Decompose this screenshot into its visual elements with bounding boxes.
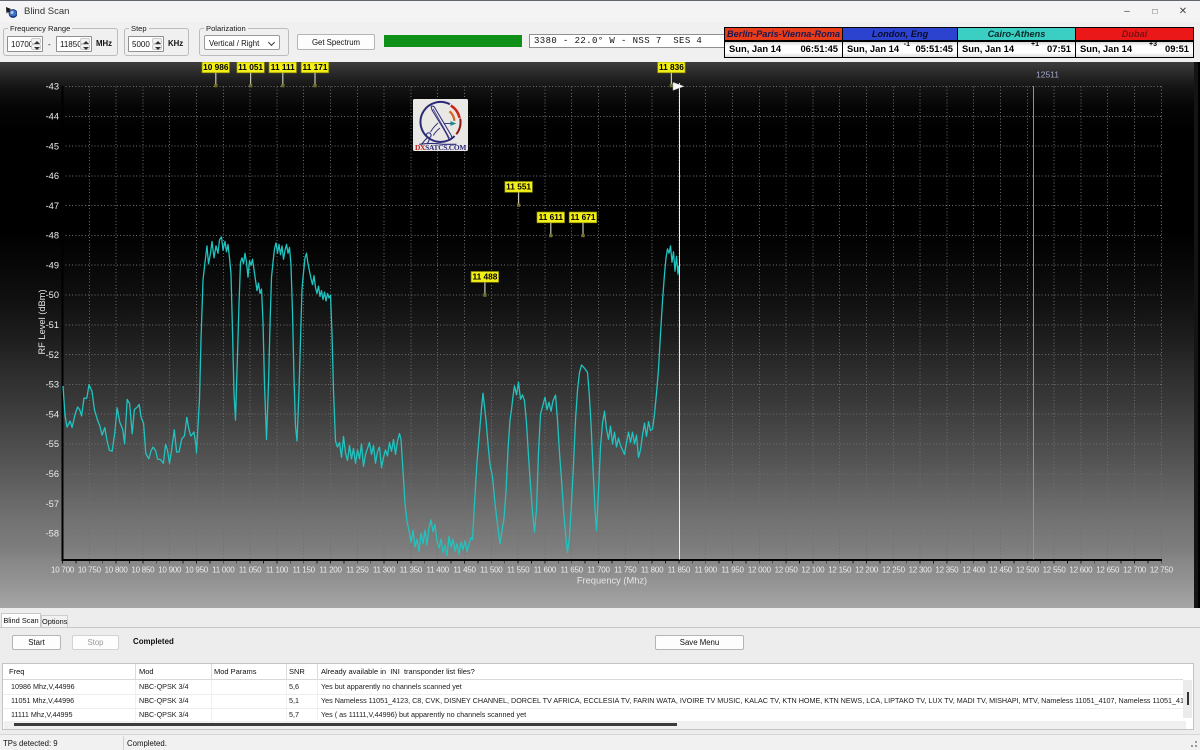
svg-text:11 400: 11 400: [427, 566, 450, 575]
svg-text:12 000: 12 000: [748, 566, 772, 575]
svg-text:11 671: 11 671: [571, 212, 596, 222]
svg-text:11 611: 11 611: [539, 212, 564, 222]
svg-text:10 800: 10 800: [105, 566, 129, 575]
svg-text:12 600: 12 600: [1069, 566, 1093, 575]
svg-text:12 700: 12 700: [1123, 566, 1147, 575]
svg-text:11 600: 11 600: [534, 566, 557, 575]
svg-text:11 000: 11 000: [212, 566, 235, 575]
svg-text:11 650: 11 650: [561, 566, 584, 575]
svg-text:-43: -43: [46, 82, 59, 92]
svg-text:11 800: 11 800: [641, 566, 664, 575]
svg-text:-50: -50: [46, 290, 59, 300]
svg-text:DXSATCS.COM: DXSATCS.COM: [415, 143, 466, 152]
svg-text:12 250: 12 250: [882, 566, 906, 575]
svg-text:12511: 12511: [1036, 70, 1059, 80]
svg-text:12 300: 12 300: [909, 566, 933, 575]
svg-text:11 500: 11 500: [480, 566, 503, 575]
svg-text:11 750: 11 750: [614, 566, 637, 575]
svg-text:-48: -48: [46, 231, 59, 241]
svg-text:12 350: 12 350: [935, 566, 959, 575]
svg-text:-57: -57: [46, 499, 59, 509]
svg-text:11 488: 11 488: [472, 272, 497, 282]
svg-text:11 250: 11 250: [346, 566, 369, 575]
svg-text:12 500: 12 500: [1016, 566, 1040, 575]
svg-text:11 350: 11 350: [400, 566, 423, 575]
svg-text:11 051: 11 051: [238, 62, 263, 72]
svg-text:12 550: 12 550: [1043, 566, 1067, 575]
svg-text:10 900: 10 900: [158, 566, 182, 575]
svg-text:11 300: 11 300: [373, 566, 396, 575]
svg-text:12 150: 12 150: [828, 566, 852, 575]
svg-text:11 450: 11 450: [453, 566, 476, 575]
svg-text:12 050: 12 050: [775, 566, 799, 575]
svg-text:11 100: 11 100: [266, 566, 289, 575]
svg-text:-52: -52: [46, 350, 59, 360]
svg-text:-56: -56: [46, 469, 59, 479]
svg-text:10 986: 10 986: [203, 62, 229, 72]
svg-text:12 200: 12 200: [855, 566, 879, 575]
svg-text:11 200: 11 200: [319, 566, 342, 575]
svg-text:11 111: 11 111: [271, 62, 295, 72]
svg-text:-58: -58: [46, 529, 59, 539]
svg-text:-54: -54: [46, 409, 59, 419]
svg-text:-45: -45: [46, 141, 59, 151]
svg-text:11 850: 11 850: [668, 566, 691, 575]
svg-text:-53: -53: [46, 380, 59, 390]
svg-text:-46: -46: [46, 171, 59, 181]
svg-text:11 050: 11 050: [239, 566, 262, 575]
svg-text:Frequency (Mhz): Frequency (Mhz): [577, 576, 647, 586]
svg-text:10 850: 10 850: [131, 566, 155, 575]
svg-text:10 750: 10 750: [78, 566, 102, 575]
svg-text:-47: -47: [46, 201, 59, 211]
svg-text:11 550: 11 550: [507, 566, 530, 575]
svg-text:10 950: 10 950: [185, 566, 209, 575]
svg-text:12 750: 12 750: [1150, 566, 1174, 575]
svg-text:11 900: 11 900: [695, 566, 718, 575]
svg-text:12 400: 12 400: [962, 566, 986, 575]
svg-text:-51: -51: [46, 320, 59, 330]
svg-text:10 700: 10 700: [51, 566, 75, 575]
svg-text:12 100: 12 100: [801, 566, 825, 575]
svg-text:-44: -44: [46, 112, 59, 122]
svg-text:11 700: 11 700: [587, 566, 610, 575]
svg-text:11 950: 11 950: [721, 566, 744, 575]
svg-text:-55: -55: [46, 439, 59, 449]
svg-text:12 650: 12 650: [1096, 566, 1120, 575]
svg-text:-49: -49: [46, 260, 59, 270]
svg-text:12 450: 12 450: [989, 566, 1013, 575]
svg-text:11 551: 11 551: [506, 182, 531, 192]
svg-text:11 836: 11 836: [659, 62, 684, 72]
svg-text:11 171: 11 171: [303, 62, 328, 72]
svg-text:RF Level (dBm): RF Level (dBm): [37, 289, 47, 354]
svg-text:11 150: 11 150: [293, 566, 316, 575]
